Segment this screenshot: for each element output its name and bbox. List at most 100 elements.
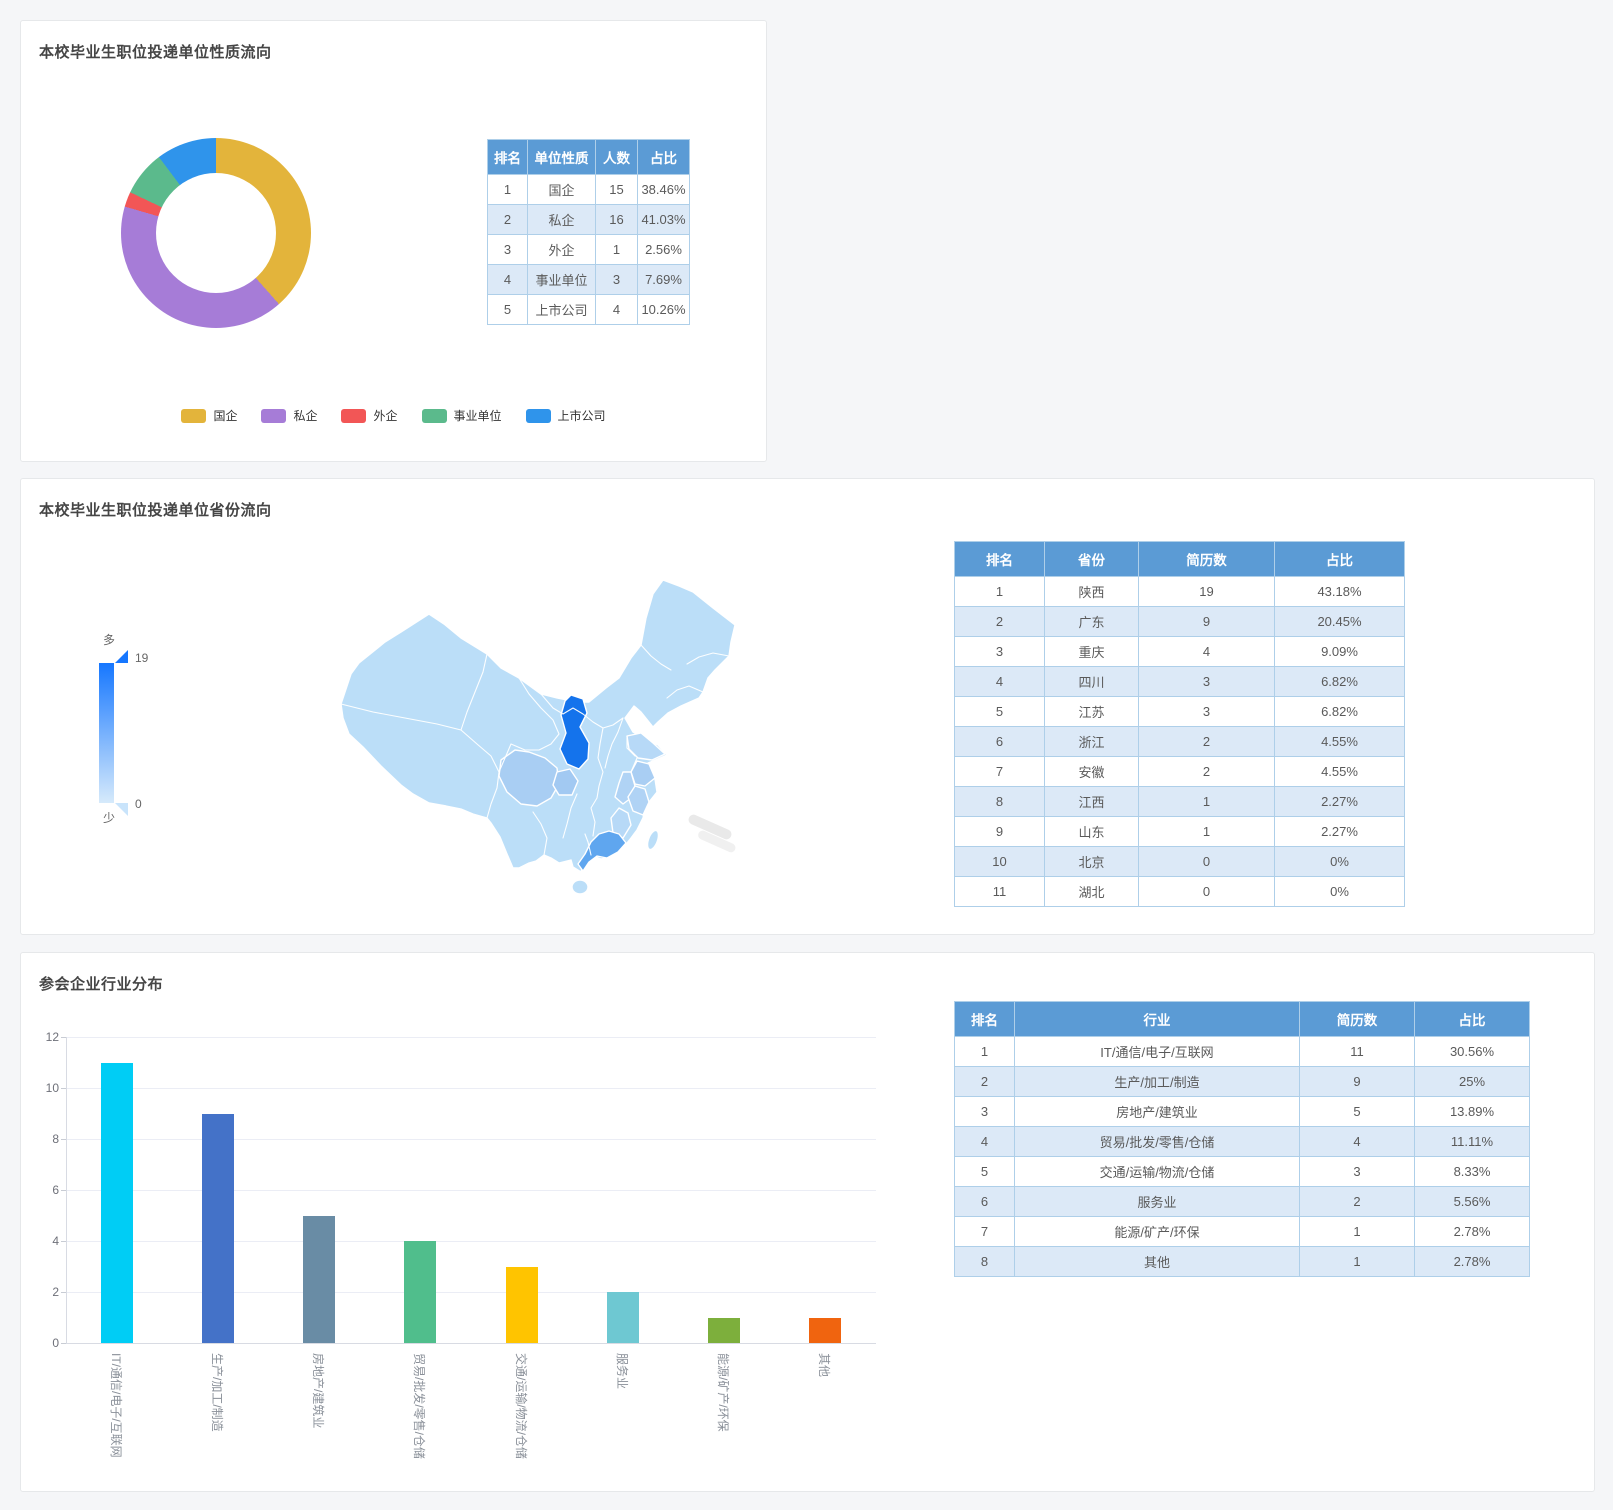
table-cell: 1 [955,1037,1015,1067]
table-row: 2私企1641.03% [488,205,690,235]
bar[interactable] [506,1267,538,1344]
table-cell: 11 [955,877,1045,907]
table-cell: 7 [955,1217,1015,1247]
bar[interactable] [708,1318,740,1344]
table-cell: 4.55% [1275,757,1405,787]
chart-legend: 国企 私企 外企 事业单位 上市公司 [21,407,766,424]
island-hainan[interactable] [572,880,588,894]
table-cell: 1 [1139,817,1275,847]
table-cell: 19 [1139,577,1275,607]
bar[interactable] [404,1241,436,1343]
table-cell: 3 [596,265,638,295]
column-header: 人数 [596,140,638,175]
bar[interactable] [607,1292,639,1343]
legend-item[interactable]: 事业单位 [422,407,502,424]
legend-swatch [526,409,551,423]
china-landmass[interactable] [341,580,735,872]
table-row: 6服务业25.56% [955,1187,1530,1217]
column-header: 占比 [1415,1002,1530,1037]
table-cell: 私企 [528,205,596,235]
table-cell: 11 [1300,1037,1415,1067]
y-axis-label: 10 [21,1081,59,1095]
legend-item[interactable]: 上市公司 [526,407,606,424]
legend-swatch [341,409,366,423]
table-cell: 江苏 [1045,697,1139,727]
table-cell: 6 [955,727,1045,757]
y-axis-label: 2 [21,1285,59,1299]
visualmap-high-label: 多 [103,631,115,648]
table-cell: 陕西 [1045,577,1139,607]
table-cell: 6 [955,1187,1015,1217]
visualmap-handle-max[interactable] [115,650,128,663]
table-cell: 8 [955,1247,1015,1277]
legend-label: 外企 [373,407,397,424]
legend-label: 上市公司 [558,407,606,424]
x-axis-label: 服务业 [614,1353,631,1389]
table-cell: 2.27% [1275,787,1405,817]
table-cell: 2 [1300,1187,1415,1217]
table-cell: 0% [1275,877,1405,907]
table-cell: 4 [488,265,528,295]
column-header: 排名 [955,542,1045,577]
table-row: 10北京00% [955,847,1405,877]
x-axis-label: 房地产/建筑业 [310,1353,327,1428]
table-row: 5上市公司410.26% [488,295,690,325]
table-cell: 3 [955,637,1045,667]
x-axis-label: 能源/矿产/环保 [715,1353,732,1432]
island-taiwan[interactable] [645,829,660,851]
table-cell: 30.56% [1415,1037,1530,1067]
visualmap-bar[interactable] [99,663,114,803]
table-row: 4事业单位37.69% [488,265,690,295]
china-map[interactable] [301,546,761,926]
table-row: 1IT/通信/电子/互联网1130.56% [955,1037,1530,1067]
table-row: 3重庆49.09% [955,637,1405,667]
table-cell: 9.09% [1275,637,1405,667]
table-cell: 11.11% [1415,1127,1530,1157]
bar[interactable] [202,1114,234,1344]
table-cell: 1 [1300,1217,1415,1247]
gridline [66,1037,876,1038]
table-row: 1国企1538.46% [488,175,690,205]
table-cell: 3 [1139,667,1275,697]
table-cell: 四川 [1045,667,1139,697]
table-row: 3外企12.56% [488,235,690,265]
table-cell: 0 [1139,847,1275,877]
legend-item[interactable]: 外企 [341,407,397,424]
bar[interactable] [101,1063,133,1344]
table-cell: 生产/加工/制造 [1015,1067,1300,1097]
table-cell: 1 [1300,1247,1415,1277]
table-cell: 安徽 [1045,757,1139,787]
table-cell: 3 [488,235,528,265]
table-cell: 6.82% [1275,697,1405,727]
table-header-row: 排名单位性质人数占比 [488,140,690,175]
y-axis-label: 0 [21,1336,59,1350]
table-row: 8其他12.78% [955,1247,1530,1277]
x-axis-label: 交通/运输/物流/仓储 [513,1353,530,1459]
table-cell: 7 [955,757,1045,787]
table-cell: 5.56% [1415,1187,1530,1217]
table-cell: 15 [596,175,638,205]
y-axis-label: 8 [21,1132,59,1146]
table-row: 5江苏36.82% [955,697,1405,727]
table-cell: 7.69% [638,265,690,295]
table-cell: 5 [1300,1097,1415,1127]
legend-item[interactable]: 国企 [181,407,237,424]
table-cell: 5 [488,295,528,325]
table-cell: 2.27% [1275,817,1405,847]
table-row: 2生产/加工/制造925% [955,1067,1530,1097]
table-row: 5交通/运输/物流/仓储38.33% [955,1157,1530,1187]
table-cell: 5 [955,1157,1015,1187]
table-header-row: 排名行业简历数占比 [955,1002,1530,1037]
x-axis-label: 其他 [816,1353,833,1377]
legend-label: 事业单位 [454,407,502,424]
visualmap-handle-min[interactable] [115,803,128,816]
table-row: 4四川36.82% [955,667,1405,697]
table-cell: 20.45% [1275,607,1405,637]
bar[interactable] [809,1318,841,1344]
legend-item[interactable]: 私企 [261,407,317,424]
bar[interactable] [303,1216,335,1344]
table-cell: 4 [1300,1127,1415,1157]
panel-unit-nature: 本校毕业生职位投递单位性质流向 排名单位性质人数占比1国企1538.46%2私企… [20,20,767,462]
y-axis-label: 4 [21,1234,59,1248]
table-cell: 0 [1139,877,1275,907]
